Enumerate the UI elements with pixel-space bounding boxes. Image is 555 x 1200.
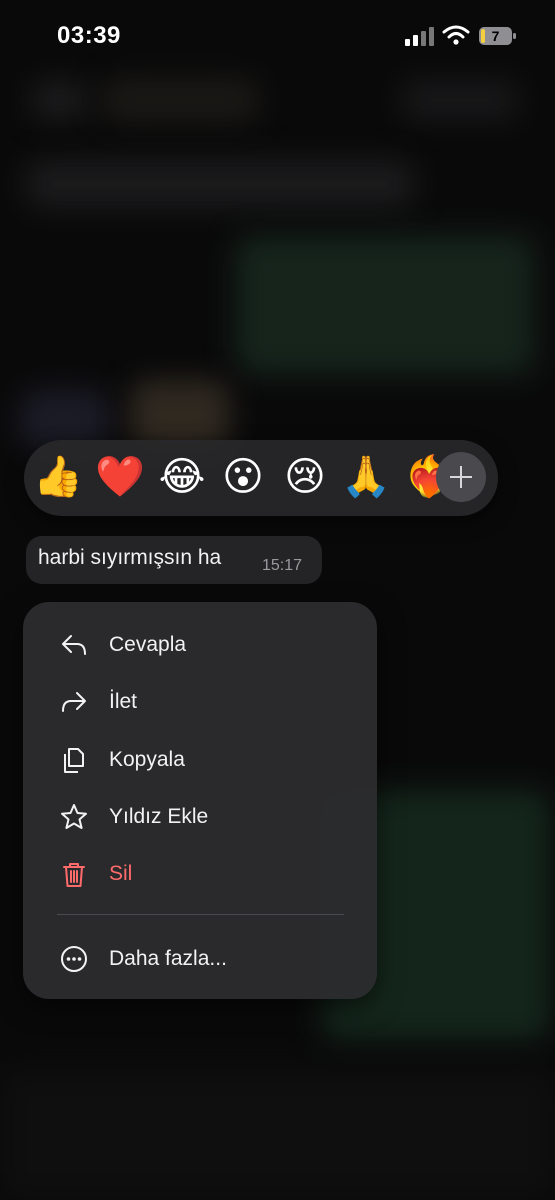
reaction-heart[interactable]: ❤️ (95, 452, 145, 502)
menu-item-reply[interactable]: Cevapla (23, 620, 377, 670)
status-bar: 03:39 7 (0, 0, 555, 72)
more-reactions-plus-icon[interactable] (436, 452, 486, 502)
menu-item-star[interactable]: Yıldız Ekle (23, 792, 377, 842)
reaction-surprised[interactable]: 😮 (218, 452, 268, 502)
menu-item-label: Cevapla (109, 633, 187, 656)
cellular-signal-icon (405, 27, 434, 46)
menu-item-label: Kopyala (109, 748, 185, 771)
battery-level: 7 (492, 28, 500, 44)
menu-item-more[interactable]: Daha fazla... (23, 934, 377, 984)
selected-message-bubble[interactable]: harbi sıyırmışsın ha 15:17 (26, 536, 322, 584)
reply-icon (62, 635, 86, 655)
menu-item-label: Sil (109, 862, 133, 885)
menu-item-label: Yıldız Ekle (109, 805, 209, 828)
menu-item-delete[interactable]: Sil (23, 849, 377, 899)
trash-icon (63, 863, 85, 887)
status-time: 03:39 (57, 22, 121, 49)
reaction-heart-fire[interactable]: ❤️‍🔥 (404, 452, 440, 502)
star-icon (61, 804, 87, 829)
menu-item-label: Daha fazla... (109, 947, 227, 970)
blurred-chat-background (0, 0, 555, 1200)
reaction-thumbs-up[interactable]: 👍 (33, 452, 83, 502)
menu-item-label: İlet (109, 690, 138, 713)
reaction-bar: 👍 ❤️ 😂 😮 😢 🙏 ❤️‍🔥 (24, 440, 498, 516)
battery-icon: 7 (479, 27, 516, 45)
menu-item-forward[interactable]: İlet (23, 677, 377, 727)
message-text: harbi sıyırmışsın ha (38, 546, 222, 569)
reaction-pray[interactable]: 🙏 (341, 452, 391, 502)
menu-item-copy[interactable]: Kopyala (23, 735, 377, 785)
message-time: 15:17 (262, 557, 303, 574)
reaction-crying[interactable]: 😢 (280, 452, 330, 502)
menu-divider (57, 914, 344, 915)
message-context-menu: Cevapla İlet Kopyala Yıldız Ekle Sil Dah… (23, 602, 377, 999)
reaction-laughing[interactable]: 😂 (157, 452, 207, 502)
forward-icon (62, 692, 86, 712)
copy-icon (64, 748, 84, 773)
wifi-icon (442, 25, 470, 45)
more-circle-icon (61, 946, 87, 972)
